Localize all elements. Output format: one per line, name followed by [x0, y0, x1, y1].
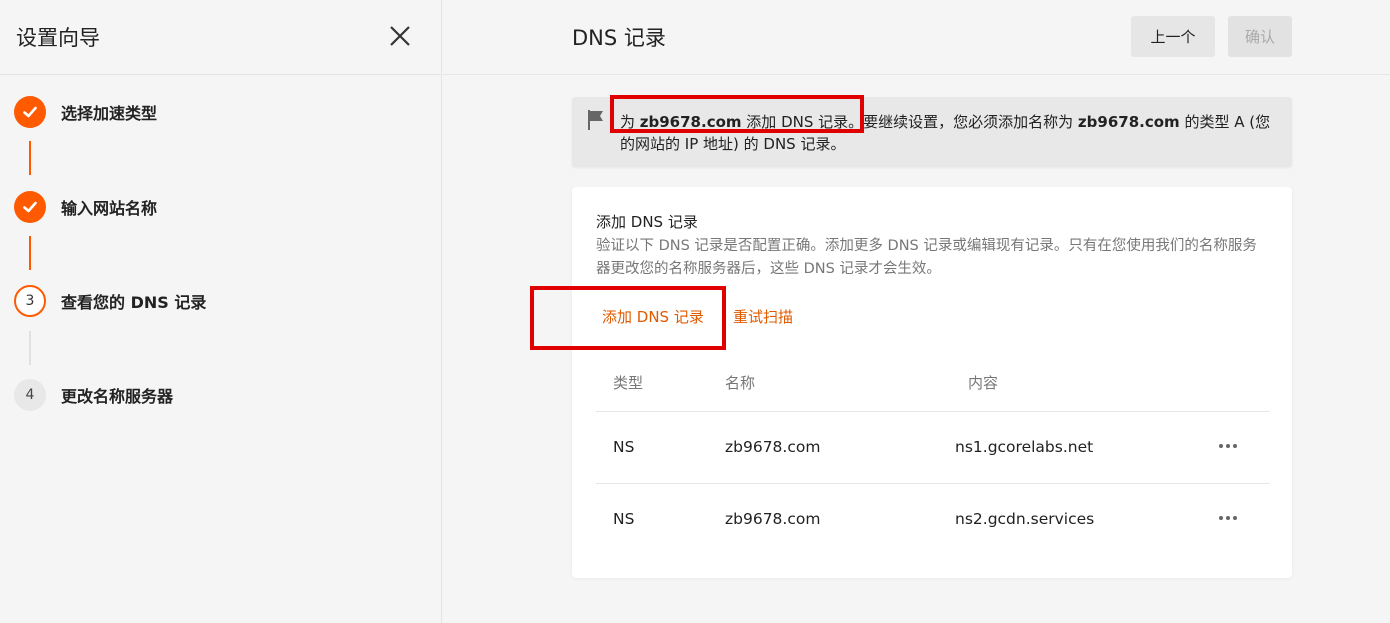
previous-button[interactable]: 上一个	[1131, 16, 1215, 57]
notice-part: 添加 DNS 记录。	[741, 113, 864, 131]
record-name: zb9678.com	[725, 438, 821, 456]
close-icon[interactable]	[386, 22, 414, 50]
check-icon	[14, 191, 46, 223]
more-options-icon[interactable]	[1216, 434, 1240, 458]
step-label: 选择加速类型	[61, 104, 158, 123]
record-content: ns1.gcorelabs.net	[955, 438, 1094, 456]
step-label: 更改名称服务器	[61, 387, 174, 406]
more-options-icon[interactable]	[1216, 506, 1240, 530]
card-description: 验证以下 DNS 记录是否配置正确。添加更多 DNS 记录或编辑现有记录。只有在…	[596, 238, 1257, 277]
check-icon	[14, 96, 46, 128]
step-review-dns-records[interactable]: 3 查看您的 DNS 记录	[14, 285, 414, 319]
main-panel: DNS 记录 上一个 确认 为 zb9678.com 添加 DNS 记录。要继续…	[443, 0, 1390, 623]
notice-domain: zb9678.com	[639, 113, 742, 131]
record-content: ns2.gcdn.services	[955, 510, 1095, 528]
record-type: NS	[613, 510, 635, 528]
info-notice: 为 zb9678.com 添加 DNS 记录。要继续设置，您必须添加名称为 zb…	[572, 95, 1292, 167]
record-name: zb9678.com	[725, 510, 821, 528]
rescan-link[interactable]: 重试扫描	[733, 306, 793, 327]
step-select-acceleration-type[interactable]: 选择加速类型	[14, 96, 414, 130]
setup-wizard-sidebar: 设置向导 选择加速类型 输入网站名称 3 查看您的 DNS 记录 4 更改名称服…	[0, 0, 442, 623]
step-label: 输入网站名称	[61, 199, 158, 218]
notice-part: 要继续设置，您必须添加名称为	[863, 113, 1078, 131]
page-title: DNS 记录	[572, 26, 666, 50]
notice-part: 为	[620, 113, 640, 131]
step-connector	[29, 141, 31, 175]
notice-domain: zb9678.com	[1077, 113, 1180, 131]
column-header-type[interactable]: 类型	[613, 372, 643, 393]
table-row: NS zb9678.com ns2.gcdn.services	[596, 483, 1270, 555]
wizard-title: 设置向导	[16, 26, 100, 50]
step-label: 查看您的 DNS 记录	[61, 293, 207, 312]
record-type: NS	[613, 438, 635, 456]
flag-icon	[586, 109, 606, 131]
column-header-content[interactable]: 内容	[968, 372, 998, 393]
card-title: 添加 DNS 记录	[596, 213, 698, 231]
step-change-nameservers[interactable]: 4 更改名称服务器	[14, 379, 414, 413]
sidebar-header: 设置向导	[0, 0, 441, 75]
notice-text: 为 zb9678.com 添加 DNS 记录。要继续设置，您必须添加名称为 zb…	[620, 111, 1280, 155]
main-header: DNS 记录 上一个 确认	[443, 0, 1390, 75]
column-header-name[interactable]: 名称	[725, 372, 755, 393]
add-dns-record-link[interactable]: 添加 DNS 记录	[602, 306, 704, 327]
step-connector	[29, 236, 31, 270]
step-enter-website-name[interactable]: 输入网站名称	[14, 191, 414, 225]
step-number: 3	[14, 285, 46, 317]
dns-records-card: 添加 DNS 记录 验证以下 DNS 记录是否配置正确。添加更多 DNS 记录或…	[530, 187, 1292, 578]
step-number: 4	[14, 379, 46, 411]
step-connector	[29, 331, 31, 365]
confirm-button[interactable]: 确认	[1228, 16, 1292, 57]
table-row: NS zb9678.com ns1.gcorelabs.net	[596, 411, 1270, 483]
